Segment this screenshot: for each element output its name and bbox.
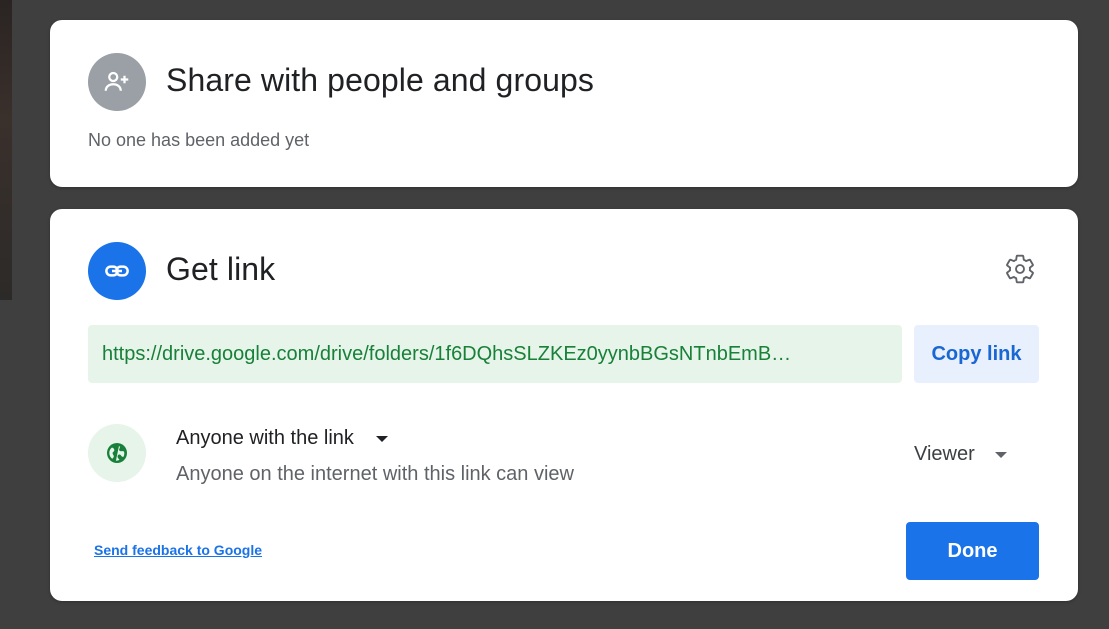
- link-url-text: https://drive.google.com/drive/folders/1…: [102, 342, 792, 365]
- link-icon: [88, 242, 146, 300]
- get-link-card: Get link https://drive.google.com/drive/…: [50, 209, 1078, 601]
- role-label: Viewer: [914, 443, 975, 465]
- link-access-label: Anyone with the link: [176, 427, 354, 449]
- share-title: Share with people and groups: [166, 62, 594, 98]
- done-button[interactable]: Done: [906, 522, 1039, 580]
- chevron-down-icon: [994, 451, 1007, 458]
- link-access-dropdown[interactable]: Anyone with the link: [176, 427, 388, 450]
- link-settings-button[interactable]: [1002, 253, 1038, 289]
- link-access-description: Anyone on the internet with this link ca…: [176, 463, 574, 485]
- globe-icon: [88, 424, 146, 482]
- get-link-title: Get link: [166, 251, 276, 287]
- link-url-field[interactable]: https://drive.google.com/drive/folders/1…: [88, 325, 902, 383]
- copy-link-button[interactable]: Copy link: [914, 325, 1039, 383]
- share-status: No one has been added yet: [88, 130, 310, 150]
- share-card: Share with people and groups No one has …: [50, 20, 1078, 187]
- role-dropdown[interactable]: Viewer: [914, 443, 1007, 466]
- background-window-edge: [0, 0, 12, 300]
- gear-icon: [1004, 253, 1036, 290]
- chevron-down-icon: [375, 435, 388, 442]
- send-feedback-link[interactable]: Send feedback to Google: [94, 542, 262, 558]
- person-add-icon: [88, 53, 146, 111]
